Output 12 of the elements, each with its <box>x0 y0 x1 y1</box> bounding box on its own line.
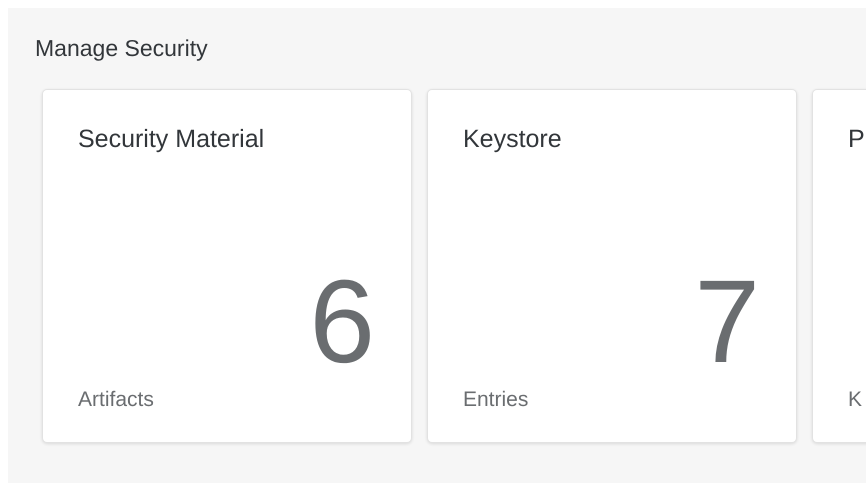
tile-count: 6 <box>309 262 375 381</box>
tile-unit: K <box>848 386 862 412</box>
tile-count: 7 <box>694 262 760 381</box>
tile[interactable]: Security Material 6 Artifacts <box>42 88 412 443</box>
tile-unit: Artifacts <box>78 386 154 412</box>
tile-title: Keystore <box>463 124 562 154</box>
tile-title: P <box>848 124 865 154</box>
tile-title: Security Material <box>78 124 264 154</box>
tile[interactable]: Keystore 7 Entries <box>427 88 797 443</box>
tile-unit: Entries <box>463 386 528 412</box>
section-title: Manage Security <box>35 34 209 63</box>
tile[interactable]: P K <box>812 88 866 443</box>
